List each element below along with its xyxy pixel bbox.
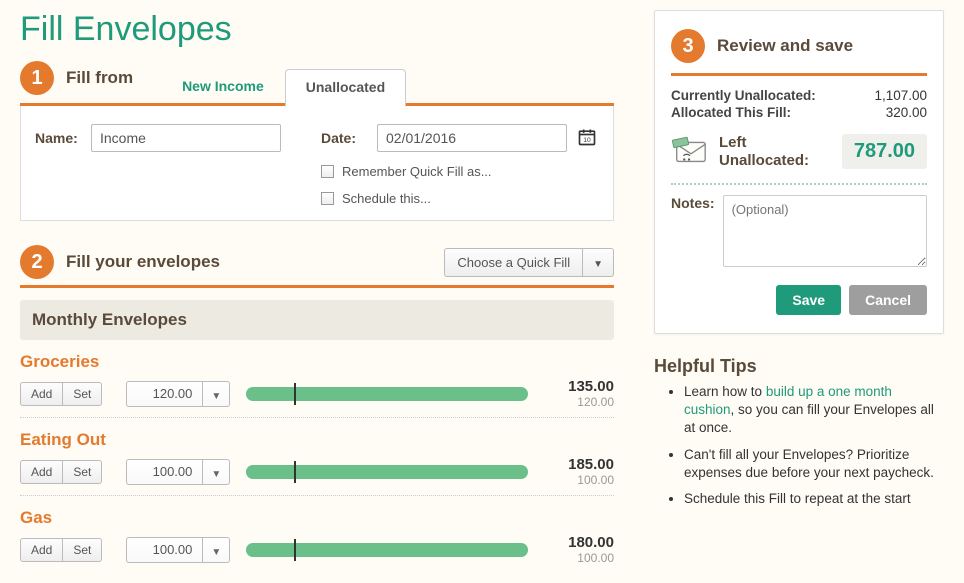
allocated-this-fill-value: 320.00 (886, 105, 927, 120)
step2-number-badge: 2 (20, 245, 54, 279)
envelope-target: 120.00 (544, 395, 614, 409)
page-title: Fill Envelopes (20, 10, 614, 49)
envelope-name: Eating Out (20, 430, 614, 450)
envelope-target: 100.00 (544, 551, 614, 565)
envelope-amount-dropdown[interactable]: ▼ (202, 460, 229, 484)
left-unallocated-label-2: Unallocated: (719, 152, 809, 169)
tip-item: Schedule this Fill to repeat at the star… (684, 490, 944, 508)
envelope-amount-dropdown[interactable]: ▼ (202, 382, 229, 406)
left-unallocated-label-1: Left (719, 134, 809, 151)
envelope-name: Gas (20, 508, 614, 528)
quick-fill-label[interactable]: Choose a Quick Fill (445, 249, 583, 276)
envelope-progress-bar (246, 543, 528, 557)
envelope-target: 100.00 (544, 473, 614, 487)
set-button[interactable]: Set (63, 538, 102, 562)
add-button[interactable]: Add (20, 538, 63, 562)
notes-input[interactable] (723, 195, 927, 267)
envelope-balance: 135.00 (544, 378, 614, 395)
envelope-balance: 180.00 (544, 534, 614, 551)
quick-fill-dropdown[interactable]: ▼ (583, 249, 613, 276)
name-input[interactable] (91, 124, 281, 152)
add-button[interactable]: Add (20, 382, 63, 406)
remember-checkbox[interactable] (321, 165, 334, 178)
set-button[interactable]: Set (63, 382, 102, 406)
envelope-name: Groceries (20, 352, 614, 372)
chevron-down-icon: ▼ (593, 259, 603, 270)
chevron-down-icon: ▼ (211, 469, 221, 480)
helpful-tips-title: Helpful Tips (654, 356, 944, 377)
notes-label: Notes: (671, 195, 715, 267)
tip-item: Learn how to build up a one month cushio… (684, 383, 944, 438)
envelope-amount-input[interactable]: 120.00 (127, 382, 202, 406)
envelope-progress-bar (246, 465, 528, 479)
cancel-button[interactable]: Cancel (849, 285, 927, 315)
add-button[interactable]: Add (20, 460, 63, 484)
tab-unallocated[interactable]: Unallocated (285, 69, 406, 107)
monthly-envelopes-header: Monthly Envelopes (20, 300, 614, 340)
allocated-this-fill-label: Allocated This Fill: (671, 105, 791, 120)
chevron-down-icon: ▼ (211, 547, 221, 558)
schedule-label[interactable]: Schedule this... (342, 191, 431, 206)
currently-unallocated-label: Currently Unallocated: (671, 88, 816, 103)
schedule-checkbox[interactable] (321, 192, 334, 205)
envelope-amount-input[interactable]: 100.00 (127, 460, 202, 484)
step3-title: Review and save (717, 36, 853, 56)
remember-label[interactable]: Remember Quick Fill as... (342, 164, 492, 179)
envelope-amount-dropdown[interactable]: ▼ (202, 538, 229, 562)
save-button[interactable]: Save (776, 285, 841, 315)
chevron-down-icon: ▼ (211, 391, 221, 402)
name-label: Name: (35, 130, 81, 146)
calendar-icon[interactable]: 10 (577, 127, 597, 150)
date-input[interactable] (377, 124, 567, 152)
envelope-icon (671, 134, 709, 169)
step3-number-badge: 3 (671, 29, 705, 63)
step1-number-badge: 1 (20, 61, 54, 95)
tip-link[interactable]: build up a one month cushion (684, 384, 892, 417)
set-button[interactable]: Set (63, 460, 102, 484)
currently-unallocated-value: 1,107.00 (874, 88, 927, 103)
date-label: Date: (321, 130, 367, 146)
step2-title: Fill your envelopes (66, 252, 220, 272)
envelope-progress-bar (246, 387, 528, 401)
svg-text:10: 10 (583, 137, 591, 144)
envelope-balance: 185.00 (544, 456, 614, 473)
step1-title: Fill from (66, 68, 133, 88)
left-unallocated-value: 787.00 (842, 134, 927, 169)
envelope-amount-input[interactable]: 100.00 (127, 538, 202, 562)
choose-quick-fill-button[interactable]: Choose a Quick Fill ▼ (444, 248, 614, 277)
tip-item: Can't fill all your Envelopes? Prioritiz… (684, 446, 944, 482)
tab-new-income[interactable]: New Income (161, 68, 285, 103)
